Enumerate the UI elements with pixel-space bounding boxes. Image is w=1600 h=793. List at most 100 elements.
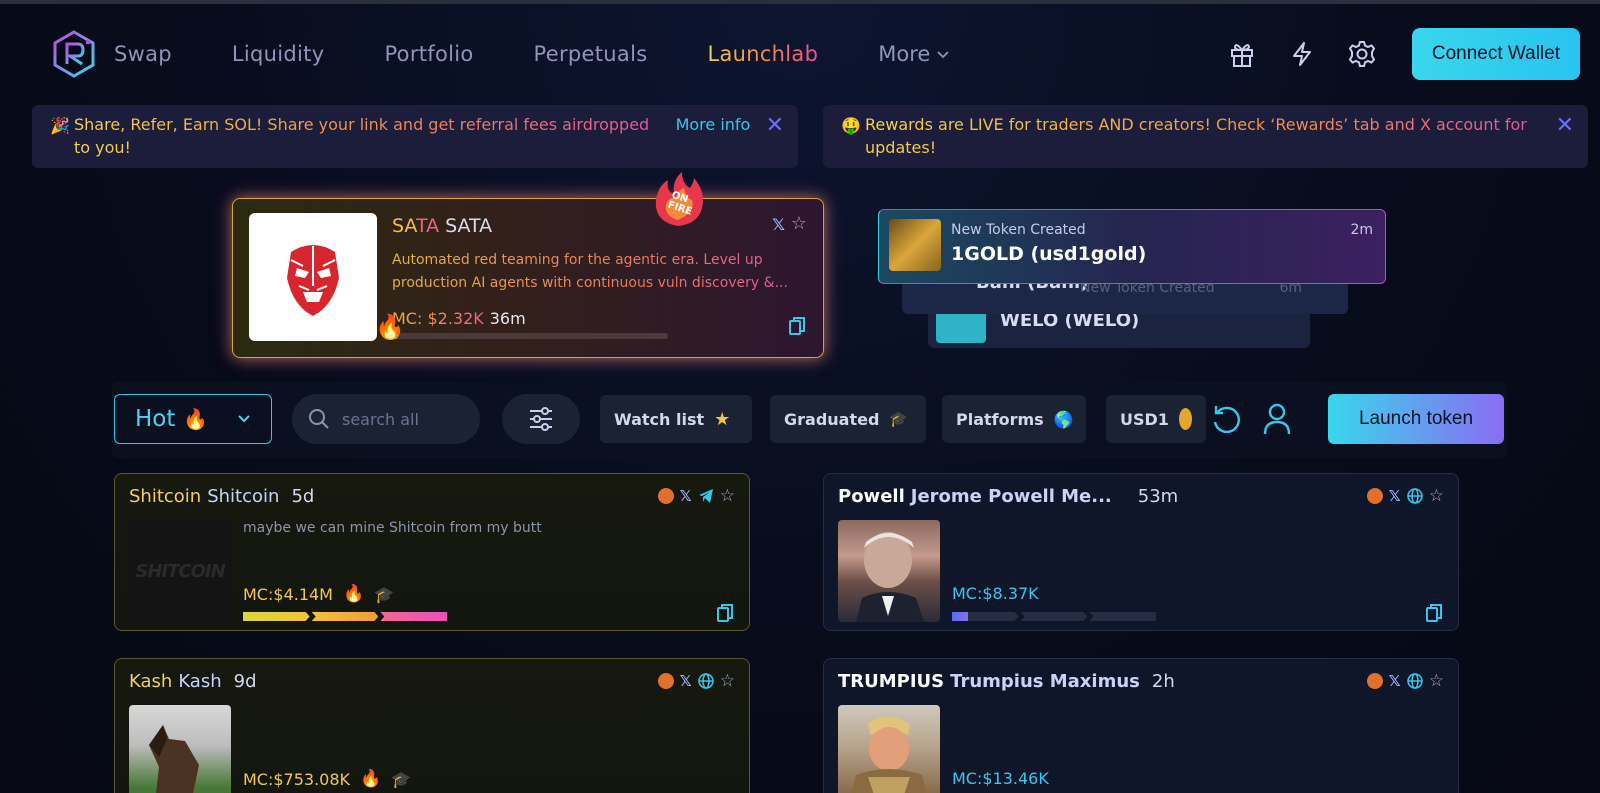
featured-name: SATA — [445, 215, 493, 237]
user-icon[interactable] — [1262, 402, 1292, 440]
token-name: Kash — [178, 671, 222, 692]
token-card[interactable]: Shitcoin Shitcoin 5d 𝕏 ☆ SHITCOIN maybe we… — [114, 473, 750, 631]
usd1-label: USD1 — [1120, 409, 1169, 429]
x-icon[interactable]: 𝕏 — [1389, 487, 1401, 505]
star-icon[interactable]: ☆ — [720, 671, 735, 691]
platforms-chip[interactable]: Platforms 🌎 — [942, 395, 1086, 443]
token-age: 2h — [1151, 671, 1175, 692]
nav-more-label: More — [878, 42, 931, 66]
refresh-icon[interactable] — [1209, 402, 1243, 440]
launch-token-button[interactable]: Launch token — [1328, 394, 1504, 444]
token-links: 𝕏 ☆ — [657, 486, 735, 506]
money-face-icon: 🤑 — [841, 116, 861, 135]
star-icon[interactable]: ☆ — [1429, 671, 1444, 691]
globe-icon[interactable] — [698, 673, 714, 689]
graduated-label: Graduated — [784, 409, 880, 429]
nav-liquidity[interactable]: Liquidity — [232, 42, 325, 66]
pump-icon[interactable] — [657, 673, 674, 689]
nav-swap[interactable]: Swap — [114, 42, 172, 66]
x-icon[interactable]: 𝕏 — [680, 487, 692, 505]
globe-icon[interactable] — [1407, 673, 1423, 689]
telegram-icon[interactable] — [698, 488, 714, 504]
filter-bar: Hot 🔥 Watch list ★ Graduated 🎓 Platforms… — [112, 382, 1506, 458]
raydium-logo[interactable] — [52, 30, 96, 78]
pump-icon[interactable] — [1366, 673, 1383, 689]
sort-dropdown[interactable]: Hot 🔥 — [114, 394, 272, 444]
featured-token-card[interactable]: SATA SATA Automated red teaming for the a… — [232, 198, 824, 358]
token-logo — [249, 213, 377, 341]
graduated-chip[interactable]: Graduated 🎓 — [770, 395, 926, 443]
featured-progress-bar — [392, 333, 668, 339]
connect-wallet-button[interactable]: Connect Wallet — [1411, 28, 1580, 80]
token-symbol: Shitcoin — [129, 486, 202, 507]
fire-icon: 🔥 — [375, 313, 405, 341]
star-icon[interactable]: ☆ — [1429, 486, 1444, 506]
token-card[interactable]: Powell Jerome Powell Me... 53m 𝕏 ☆ MC:$8.3… — [823, 473, 1459, 631]
token-card[interactable]: Kash Kash 9d 𝕏 ☆ MC:$753.08K 🔥 🎓 — [114, 658, 750, 793]
star-icon[interactable]: ☆ — [720, 486, 735, 506]
token-mc-value: MC:$8.37K — [952, 584, 1039, 603]
search-box[interactable] — [292, 394, 480, 444]
copy-icon[interactable] — [717, 604, 733, 626]
pump-icon[interactable] — [1366, 488, 1383, 504]
featured-description: Automated red teaming for the agentic er… — [392, 249, 812, 295]
token-market-cap: MC:$13.46K — [952, 769, 1049, 788]
usd1-coin-icon — [1178, 408, 1192, 430]
nav-portfolio[interactable]: Portfolio — [384, 42, 473, 66]
more-info-link[interactable]: More info — [676, 113, 756, 136]
search-input[interactable] — [342, 409, 462, 429]
new-token-card[interactable]: New Token Created 1GOLD (usd1gold) 2m — [878, 209, 1386, 284]
lightning-icon[interactable] — [1286, 38, 1318, 70]
progress-segment — [311, 612, 379, 621]
token-age: 9d — [233, 671, 257, 692]
search-icon — [309, 409, 329, 429]
gift-icon[interactable] — [1226, 38, 1258, 70]
party-icon: 🎉 — [50, 116, 70, 135]
settings-gear-icon[interactable] — [1346, 38, 1378, 70]
token-logo-text: SHITCOIN — [135, 560, 225, 582]
progress-segment — [243, 612, 310, 621]
rewards-banner-text: Rewards are LIVE for traders AND creator… — [865, 113, 1546, 159]
usd1-chip[interactable]: USD1 — [1106, 395, 1206, 443]
progress-segment — [1089, 612, 1157, 621]
star-icon[interactable]: ☆ — [791, 213, 807, 234]
watch-list-label: Watch list — [614, 409, 705, 429]
window-top-border — [0, 0, 1600, 4]
nav-launchlab[interactable]: Launchlab — [707, 42, 818, 66]
progress-segment — [380, 612, 448, 621]
filter-settings-button[interactable] — [502, 394, 580, 444]
fire-icon: 🔥 — [183, 407, 209, 431]
copy-icon[interactable] — [789, 317, 805, 339]
referral-banner-text: Share, Refer, Earn SOL! Share your link … — [74, 113, 670, 159]
copy-icon[interactable] — [1426, 604, 1442, 626]
close-icon[interactable]: ✕ — [766, 115, 784, 137]
new-token-time: 2m — [1350, 222, 1373, 238]
platforms-label: Platforms — [956, 409, 1044, 429]
chevron-down-icon — [937, 51, 949, 59]
featured-market-cap: MC: $2.32K 36m — [392, 309, 526, 328]
watch-list-chip[interactable]: Watch list ★ — [600, 395, 752, 443]
nav-perpetuals[interactable]: Perpetuals — [534, 42, 648, 66]
sort-label: Hot — [135, 406, 176, 432]
token-links: 𝕏 ☆ — [1366, 671, 1444, 691]
token-title: TRUMPIUS Trumpius Maximus 2h — [838, 671, 1175, 692]
token-title: Kash Kash 9d — [129, 671, 257, 692]
top-nav: Swap Liquidity Portfolio Perpetuals Laun… — [52, 28, 1580, 80]
token-links: 𝕏 ☆ — [657, 671, 735, 691]
pump-icon[interactable] — [657, 488, 674, 504]
graduation-cap-icon: 🎓 — [391, 769, 412, 789]
x-icon[interactable]: 𝕏 — [1389, 672, 1401, 690]
token-card[interactable]: TRUMPIUS Trumpius Maximus 2h 𝕏 ☆ MC:$13.46… — [823, 658, 1459, 793]
x-icon[interactable]: 𝕏 — [772, 215, 785, 234]
graduation-cap-icon: 🎓 — [889, 410, 909, 428]
on-fire-badge: ON FIRE — [650, 170, 706, 228]
new-token-title: 1GOLD (usd1gold) — [951, 243, 1147, 265]
nav-more[interactable]: More — [878, 42, 950, 66]
close-icon[interactable]: ✕ — [1556, 115, 1574, 137]
featured-age: 36m — [489, 309, 526, 328]
token-market-cap: MC:$4.14M 🔥 🎓 — [243, 584, 394, 604]
featured-title: SATA SATA — [392, 215, 492, 237]
globe-icon[interactable] — [1407, 488, 1423, 504]
x-icon[interactable]: 𝕏 — [680, 672, 692, 690]
sliders-icon — [530, 407, 552, 431]
